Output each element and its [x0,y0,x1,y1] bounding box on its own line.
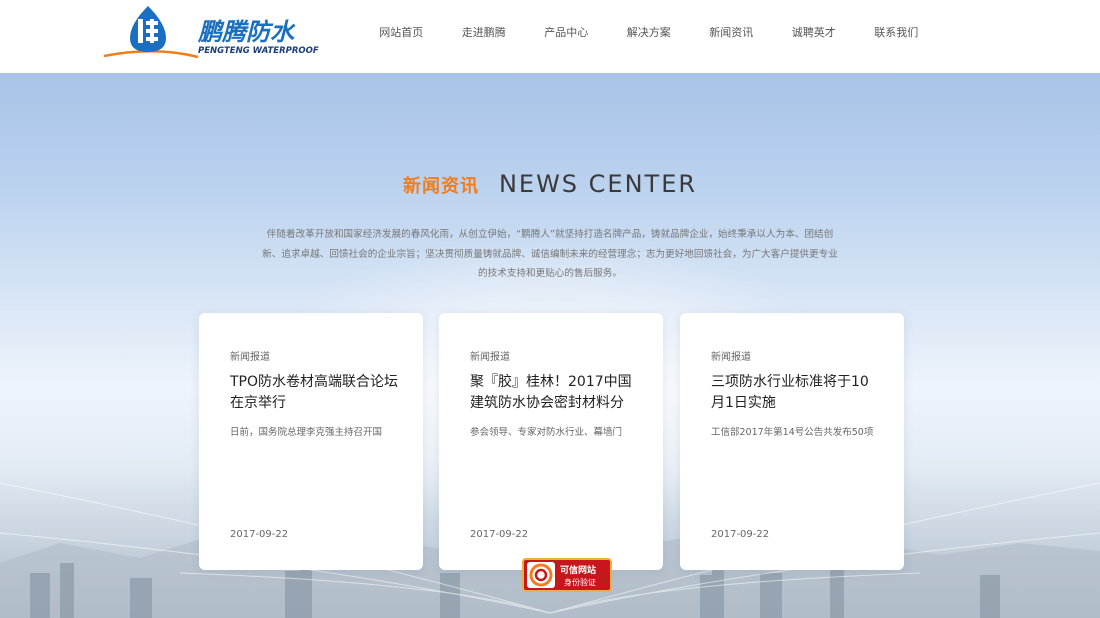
news-summary: 参会领导、专家对防水行业、幕墙门 [470,427,623,438]
brand-logo[interactable]: 鹏腾防水 PENGTENG WATERPROOF [100,2,330,64]
main-nav: 网站首页 走进鹏腾 产品中心 解决方案 新闻资讯 诚聘英才 联系我们 [360,0,938,64]
brand-name-en: PENGTENG WATERPROOF [198,46,319,56]
nav-item-home[interactable]: 网站首页 [360,24,443,40]
section-intro: 伴随着改革开放和国家经济发展的春风化雨，从创立伊始，“鹏腾人”就坚持打造名牌产品… [262,229,838,279]
nav-item-careers[interactable]: 诚聘英才 [773,24,856,40]
trust-seal-icon [527,562,555,588]
section-title: 新闻资讯 NEWS CENTER [0,170,1100,198]
section-title-en: NEWS CENTER [498,170,698,198]
news-title[interactable]: 聚『胶』桂林！2017中国建筑防水协会密封材料分 [470,372,640,414]
news-card[interactable]: 新闻报道 聚『胶』桂林！2017中国建筑防水协会密封材料分 参会领导、专家对防水… [439,313,663,570]
brand-name-cn: 鹏腾防水 [197,18,296,46]
nav-item-contact[interactable]: 联系我们 [855,24,938,40]
news-card[interactable]: 新闻报道 TPO防水卷材高端联合论坛在京举行 日前，国务院总理李克强主持召开国 … [199,313,423,570]
news-category: 新闻报道 [470,352,510,363]
nav-item-about[interactable]: 走进鹏腾 [443,24,526,40]
news-date: 2017-09-22 [470,529,529,540]
news-section: 新闻资讯 NEWS CENTER 伴随着改革开放和国家经济发展的春风化雨，从创立伊… [0,73,1100,618]
news-category: 新闻报道 [711,352,751,363]
badge-line1: 可信网站 [560,566,597,576]
nav-item-news[interactable]: 新闻资讯 [690,24,773,40]
news-date: 2017-09-22 [230,529,289,540]
news-card[interactable]: 新闻报道 三项防水行业标准将于10月1日实施 工信部2017年第14号公告共发布… [680,313,904,570]
nav-item-products[interactable]: 产品中心 [525,24,608,40]
news-date: 2017-09-22 [711,529,770,540]
logo-mark-icon: 鹏腾防水 PENGTENG WATERPROOF [103,6,319,59]
news-title[interactable]: TPO防水卷材高端联合论坛在京举行 [230,372,400,414]
nav-item-solutions[interactable]: 解决方案 [608,24,691,40]
news-summary: 工信部2017年第14号公告共发布50项 [711,427,874,438]
news-title[interactable]: 三项防水行业标准将于10月1日实施 [711,372,881,414]
news-summary: 日前，国务院总理李克强主持召开国 [230,427,383,438]
section-title-cn: 新闻资讯 [402,176,479,197]
news-category: 新闻报道 [230,352,270,363]
trusted-site-badge[interactable]: 可信网站 身份验证 [522,558,612,592]
site-header: 鹏腾防水 PENGTENG WATERPROOF 网站首页 走进鹏腾 产品中心 … [0,0,1100,73]
badge-line2: 身份验证 [564,578,596,587]
